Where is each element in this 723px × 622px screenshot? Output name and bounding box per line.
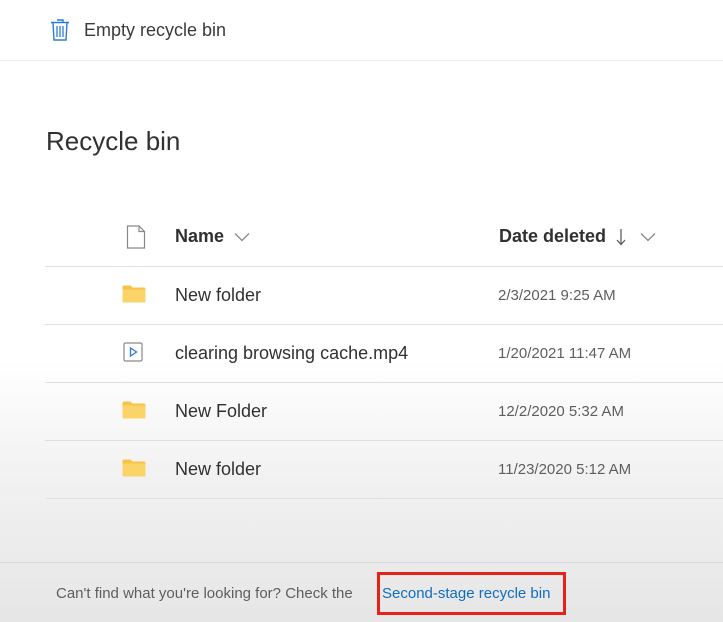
item-name[interactable]: New Folder	[175, 401, 267, 422]
column-header-date-deleted[interactable]: Date deleted	[499, 226, 656, 247]
second-stage-recycle-bin-link[interactable]: Second-stage recycle bin	[382, 585, 550, 602]
footer-message: Can't find what you're looking for? Chec…	[56, 585, 353, 602]
item-name[interactable]: clearing browsing cache.mp4	[175, 343, 408, 364]
item-date-deleted: 11/23/2020 5:12 AM	[498, 461, 632, 478]
item-date-deleted: 2/3/2021 9:25 AM	[498, 287, 616, 304]
table-row[interactable]: New folder 2/3/2021 9:25 AM	[45, 267, 723, 325]
command-bar: Empty recycle bin	[0, 0, 723, 61]
recycle-bin-list: Name Date deleted New folder 2/3/2021 9:…	[45, 206, 723, 499]
chevron-down-icon	[234, 232, 250, 241]
table-row[interactable]: New folder 11/23/2020 5:12 AM	[45, 441, 723, 499]
column-header-name-label: Name	[175, 226, 225, 246]
item-name[interactable]: New folder	[175, 285, 261, 306]
sort-descending-icon	[616, 228, 626, 245]
item-name[interactable]: New folder	[175, 459, 261, 480]
video-file-icon	[123, 342, 143, 362]
folder-icon	[122, 459, 146, 477]
folder-icon	[122, 401, 146, 419]
column-header-name[interactable]: Name	[175, 226, 250, 247]
list-header: Name Date deleted	[45, 206, 723, 267]
page-title: Recycle bin	[46, 126, 181, 156]
trash-icon	[51, 19, 69, 41]
chevron-down-icon	[640, 232, 656, 241]
table-row[interactable]: clearing browsing cache.mp4 1/20/2021 11…	[45, 325, 723, 383]
item-date-deleted: 1/20/2021 11:47 AM	[498, 345, 632, 362]
footer: Can't find what you're looking for? Chec…	[0, 562, 723, 622]
column-header-date-label: Date deleted	[499, 226, 607, 246]
table-row[interactable]: New Folder 12/2/2020 5:32 AM	[45, 383, 723, 441]
empty-recycle-bin-button[interactable]: Empty recycle bin	[50, 18, 226, 42]
file-type-icon[interactable]	[126, 225, 146, 249]
folder-icon	[122, 285, 146, 303]
empty-recycle-bin-label: Empty recycle bin	[84, 19, 227, 40]
item-date-deleted: 12/2/2020 5:32 AM	[498, 403, 624, 420]
